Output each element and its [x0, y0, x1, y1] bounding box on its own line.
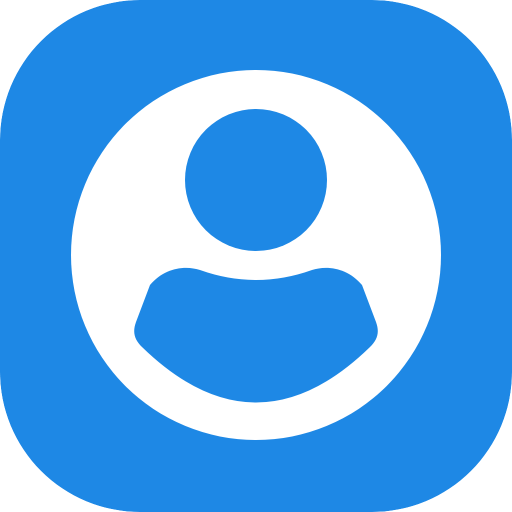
- user-profile-icon: [0, 0, 512, 512]
- avatar-head: [185, 109, 327, 251]
- user-profile-app-icon[interactable]: [0, 0, 512, 512]
